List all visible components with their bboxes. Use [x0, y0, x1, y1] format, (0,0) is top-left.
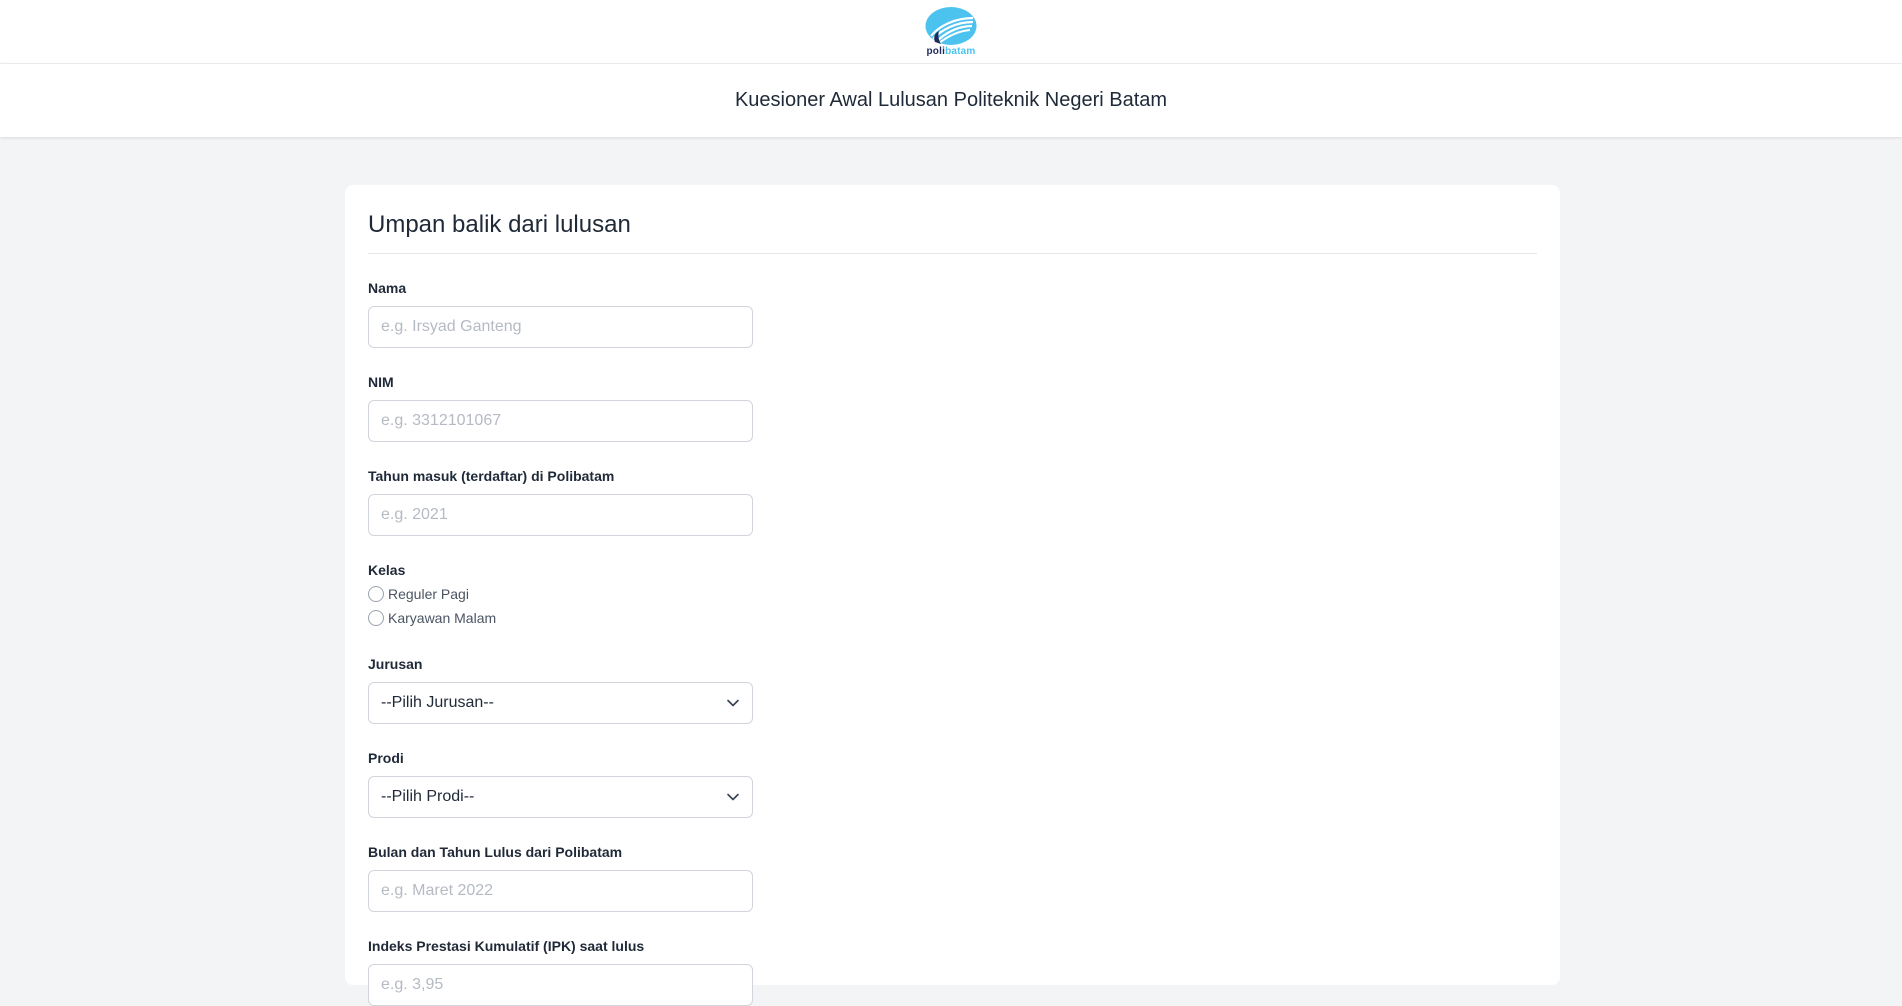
- jurusan-select[interactable]: --Pilih Jurusan--: [368, 682, 753, 724]
- page-title: Kuesioner Awal Lulusan Politeknik Negeri…: [734, 89, 1168, 111]
- top-header: polibatam: [0, 0, 1902, 64]
- ipk-label: Indeks Prestasi Kumulatif (IPK) saat lul…: [368, 938, 645, 954]
- field-nama: Nama: [368, 280, 1537, 348]
- tahun-masuk-label: Tahun masuk (terdaftar) di Polibatam: [368, 468, 615, 484]
- logo-text-poli: poli: [926, 46, 946, 57]
- field-tahun-masuk: Tahun masuk (terdaftar) di Polibatam: [368, 468, 1537, 536]
- jurusan-selected-value: --Pilih Jurusan--: [381, 694, 494, 711]
- bulan-tahun-lulus-input[interactable]: [368, 870, 753, 912]
- feedback-form-card: Umpan balik dari lulusan Nama NIM Tahun …: [345, 185, 1560, 1006]
- prodi-select[interactable]: --Pilih Prodi--: [368, 776, 753, 818]
- bulan-tahun-lulus-label: Bulan dan Tahun Lulus dari Polibatam: [368, 844, 623, 860]
- nama-input[interactable]: [368, 306, 753, 348]
- radio-button[interactable]: [368, 610, 384, 626]
- prodi-label: Prodi: [368, 750, 404, 766]
- polibatam-logo[interactable]: polibatam: [925, 6, 977, 57]
- jurusan-label: Jurusan: [368, 656, 423, 672]
- field-ipk: Indeks Prestasi Kumulatif (IPK) saat lul…: [368, 938, 1537, 1006]
- form-heading: Umpan balik dari lulusan: [368, 211, 1537, 254]
- kelas-label: Kelas: [368, 562, 406, 578]
- nama-label: Nama: [368, 280, 407, 296]
- field-jurusan: Jurusan --Pilih Jurusan--: [368, 656, 1537, 724]
- radio-option-karyawan-malam[interactable]: Karyawan Malam: [368, 606, 1537, 630]
- field-kelas: Kelas Reguler Pagi Karyawan Malam: [368, 562, 1537, 630]
- logo-text-batam: batam: [945, 46, 976, 57]
- field-prodi: Prodi --Pilih Prodi--: [368, 750, 1537, 818]
- logo-text: polibatam: [926, 47, 975, 57]
- nim-label: NIM: [368, 374, 394, 390]
- nim-input[interactable]: [368, 400, 753, 442]
- ipk-input[interactable]: [368, 964, 753, 1006]
- field-nim: NIM: [368, 374, 1537, 442]
- polibatam-logo-icon: [925, 7, 977, 45]
- chevron-down-icon: [726, 696, 740, 710]
- questionnaire-title-bar: Kuesioner Awal Lulusan Politeknik Negeri…: [0, 64, 1902, 137]
- radio-button[interactable]: [368, 586, 384, 602]
- radio-option-reguler-pagi[interactable]: Reguler Pagi: [368, 582, 1537, 606]
- radio-option-label: Karyawan Malam: [388, 610, 497, 626]
- prodi-selected-value: --Pilih Prodi--: [381, 788, 475, 805]
- field-bulan-tahun-lulus: Bulan dan Tahun Lulus dari Polibatam: [368, 844, 1537, 912]
- radio-option-label: Reguler Pagi: [388, 586, 469, 602]
- tahun-masuk-input[interactable]: [368, 494, 753, 536]
- chevron-down-icon: [726, 790, 740, 804]
